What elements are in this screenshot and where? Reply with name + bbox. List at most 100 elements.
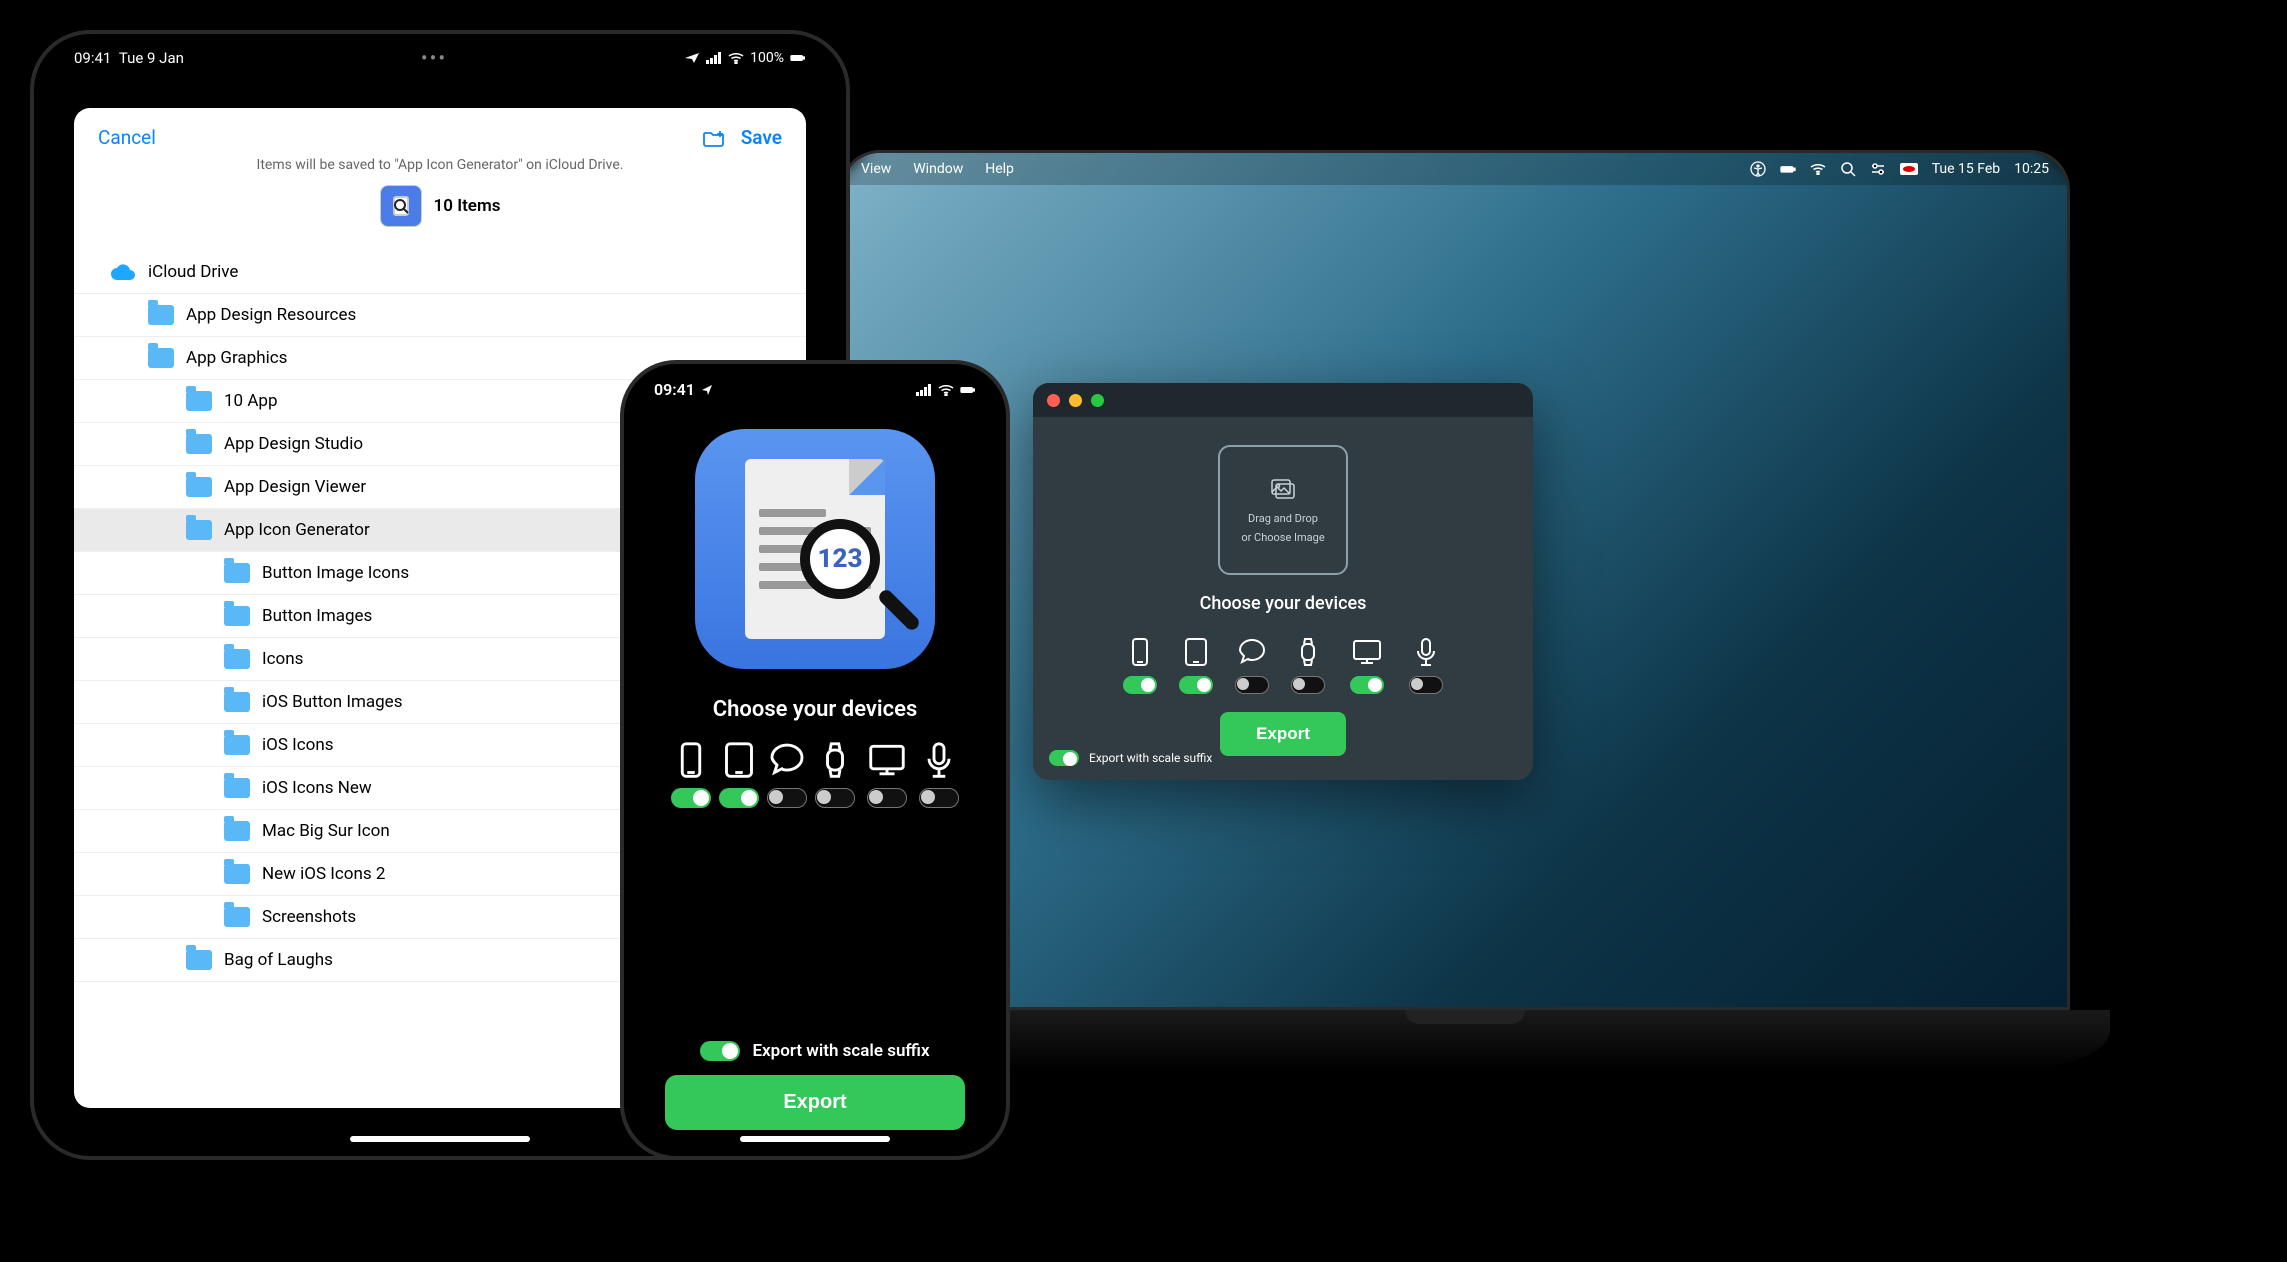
device-option-ipad bbox=[1179, 636, 1213, 694]
device-toggle-watch[interactable] bbox=[815, 788, 855, 808]
cancel-button[interactable]: Cancel bbox=[98, 126, 156, 149]
menubar-time[interactable]: 10:25 bbox=[2014, 161, 2049, 177]
tree-row-label: Button Image Icons bbox=[262, 563, 409, 583]
export-button[interactable]: Export bbox=[665, 1075, 965, 1130]
device-toggle-siri[interactable] bbox=[919, 788, 959, 808]
menu-window[interactable]: Window bbox=[913, 161, 963, 177]
cellular-icon bbox=[916, 384, 932, 396]
tree-row-label: Mac Big Sur Icon bbox=[262, 821, 390, 841]
items-count-label: 10 Items bbox=[434, 196, 501, 216]
mac-icon bbox=[1347, 636, 1387, 668]
macos-menubar: View Window Help Tue 15 Feb 10:25 bbox=[843, 153, 2067, 185]
tree-row-label: iOS Button Images bbox=[262, 692, 402, 712]
tree-row-label: App Design Studio bbox=[224, 434, 363, 454]
traffic-light-zoom[interactable] bbox=[1091, 394, 1104, 407]
folder-icon bbox=[224, 864, 250, 884]
scale-suffix-label: Export with scale suffix bbox=[1089, 751, 1212, 765]
save-button[interactable]: Save bbox=[741, 126, 782, 149]
folder-icon bbox=[186, 391, 212, 411]
folder-icon bbox=[224, 692, 250, 712]
iphone-device: 09:41 123 Choose your devices Export wit… bbox=[620, 360, 1010, 1160]
device-toggle-ipad[interactable] bbox=[1179, 676, 1213, 694]
devices-heading: Choose your devices bbox=[1200, 593, 1367, 614]
ipad-icon bbox=[719, 740, 759, 780]
image-dropzone[interactable]: Drag and Drop or Choose Image bbox=[1218, 445, 1348, 575]
folder-icon bbox=[224, 778, 250, 798]
traffic-light-close[interactable] bbox=[1047, 394, 1060, 407]
tree-row[interactable]: iCloud Drive bbox=[74, 251, 806, 294]
device-toggle-iphone[interactable] bbox=[1123, 676, 1157, 694]
accessibility-icon[interactable] bbox=[1750, 161, 1766, 177]
battery-icon[interactable] bbox=[1780, 161, 1796, 177]
status-date: Tue 9 Jan bbox=[119, 49, 184, 67]
tree-row-label: New iOS Icons 2 bbox=[262, 864, 385, 884]
export-button[interactable]: Export bbox=[1220, 712, 1346, 756]
messages-icon bbox=[1236, 636, 1268, 668]
device-option-siri bbox=[919, 740, 959, 808]
siri-icon bbox=[919, 740, 959, 780]
wifi-icon[interactable] bbox=[1810, 161, 1826, 177]
tree-row-label: Icons bbox=[262, 649, 303, 669]
menu-help[interactable]: Help bbox=[985, 161, 1014, 177]
device-option-iphone bbox=[671, 740, 711, 808]
tree-row-label: App Design Resources bbox=[186, 305, 356, 325]
window-titlebar[interactable] bbox=[1033, 383, 1533, 417]
new-folder-icon[interactable] bbox=[703, 129, 725, 147]
scale-suffix-toggle[interactable] bbox=[700, 1041, 740, 1061]
siri-icon bbox=[1410, 636, 1442, 668]
folder-icon bbox=[186, 950, 212, 970]
folder-icon bbox=[186, 434, 212, 454]
tree-row-label: Bag of Laughs bbox=[224, 950, 333, 970]
device-toggle-ipad[interactable] bbox=[719, 788, 759, 808]
multitask-dots-icon[interactable]: ••• bbox=[421, 46, 447, 70]
macbook-hinge-notch bbox=[1405, 1010, 1525, 1024]
device-option-iphone bbox=[1123, 636, 1157, 694]
save-subtitle: Items will be saved to "App Icon Generat… bbox=[74, 157, 806, 185]
device-option-ipad bbox=[719, 740, 759, 808]
cellular-icon bbox=[706, 52, 722, 64]
device-option-siri bbox=[1409, 636, 1443, 694]
mac-icon bbox=[863, 740, 911, 780]
tree-row[interactable]: App Design Resources bbox=[74, 294, 806, 337]
search-icon[interactable] bbox=[1840, 161, 1856, 177]
control-center-icon[interactable] bbox=[1870, 161, 1886, 177]
device-toggle-mac[interactable] bbox=[1350, 676, 1384, 694]
tree-row-label: 10 App bbox=[224, 391, 278, 411]
iphone-notch bbox=[735, 364, 895, 394]
scale-suffix-toggle[interactable] bbox=[1049, 750, 1079, 766]
home-indicator[interactable] bbox=[350, 1136, 530, 1142]
device-toggle-messages[interactable] bbox=[767, 788, 807, 808]
scale-suffix-label: Export with scale suffix bbox=[752, 1041, 929, 1061]
folder-icon bbox=[224, 821, 250, 841]
device-toggle-watch[interactable] bbox=[1291, 676, 1325, 694]
app-icon-preview[interactable]: 123 bbox=[695, 429, 935, 669]
macbook-device: View Window Help Tue 15 Feb 10:25 Drag a… bbox=[840, 150, 2070, 1010]
folder-icon bbox=[224, 649, 250, 669]
messages-icon bbox=[767, 740, 807, 780]
folder-icon bbox=[186, 477, 212, 497]
tree-row-label: App Graphics bbox=[186, 348, 287, 368]
device-option-mac bbox=[863, 740, 911, 808]
battery-icon bbox=[960, 384, 976, 396]
dropzone-text-1: Drag and Drop bbox=[1248, 512, 1318, 525]
watch-icon bbox=[815, 740, 855, 780]
device-option-watch bbox=[1291, 636, 1325, 694]
device-option-mac bbox=[1347, 636, 1387, 694]
home-indicator[interactable] bbox=[740, 1136, 890, 1142]
menubar-date[interactable]: Tue 15 Feb bbox=[1932, 161, 2000, 177]
folder-icon bbox=[148, 305, 174, 325]
device-toggle-mac[interactable] bbox=[867, 788, 907, 808]
folder-icon bbox=[224, 907, 250, 927]
tree-row-label: Button Images bbox=[262, 606, 372, 626]
device-toggle-iphone[interactable] bbox=[671, 788, 711, 808]
watch-icon bbox=[1292, 636, 1324, 668]
input-source-flag-icon[interactable] bbox=[1900, 163, 1918, 175]
folder-icon bbox=[186, 520, 212, 540]
device-toggle-messages[interactable] bbox=[1235, 676, 1269, 694]
traffic-light-minimize[interactable] bbox=[1069, 394, 1082, 407]
device-option-messages bbox=[767, 740, 807, 808]
app-thumbnail-icon bbox=[380, 185, 422, 227]
device-toggle-siri[interactable] bbox=[1409, 676, 1443, 694]
menu-view[interactable]: View bbox=[861, 161, 891, 177]
tree-row-label: iOS Icons bbox=[262, 735, 334, 755]
